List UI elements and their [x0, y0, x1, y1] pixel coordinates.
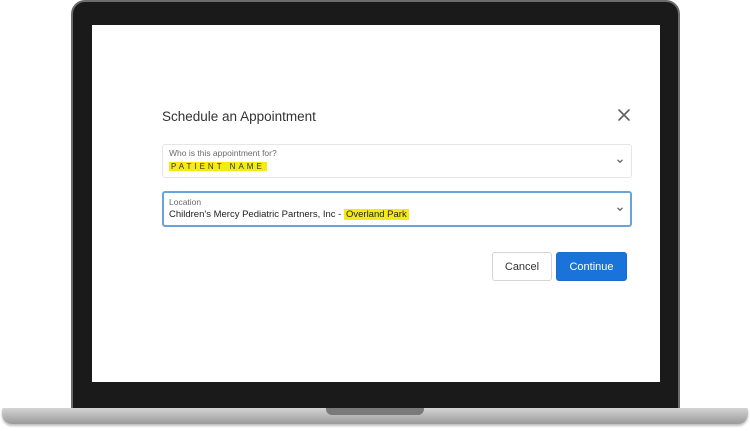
patient-select[interactable]: Who is this appointment for? PATIENT NAM…: [162, 144, 632, 178]
laptop-screen: Schedule an Appointment Who is this appo…: [92, 25, 660, 382]
chevron-down-icon: [617, 207, 623, 212]
patient-select-value: PATIENT NAME: [169, 162, 267, 171]
location-city-highlight: Overland Park: [343, 209, 409, 220]
patient-name-highlight: PATIENT NAME: [169, 162, 267, 171]
patient-select-label: Who is this appointment for?: [169, 148, 277, 158]
dialog-title: Schedule an Appointment: [162, 109, 316, 124]
location-select-value: Children's Mercy Pediatric Partners, Inc…: [169, 209, 409, 220]
location-org: Children's Mercy Pediatric Partners, Inc…: [169, 209, 344, 220]
close-icon[interactable]: [616, 107, 632, 123]
continue-button[interactable]: Continue: [556, 252, 627, 281]
cancel-button[interactable]: Cancel: [492, 252, 552, 281]
chevron-down-icon: [617, 159, 623, 164]
location-select[interactable]: Location Children's Mercy Pediatric Part…: [162, 191, 632, 227]
laptop-notch: [326, 408, 424, 415]
location-select-label: Location: [169, 197, 202, 207]
